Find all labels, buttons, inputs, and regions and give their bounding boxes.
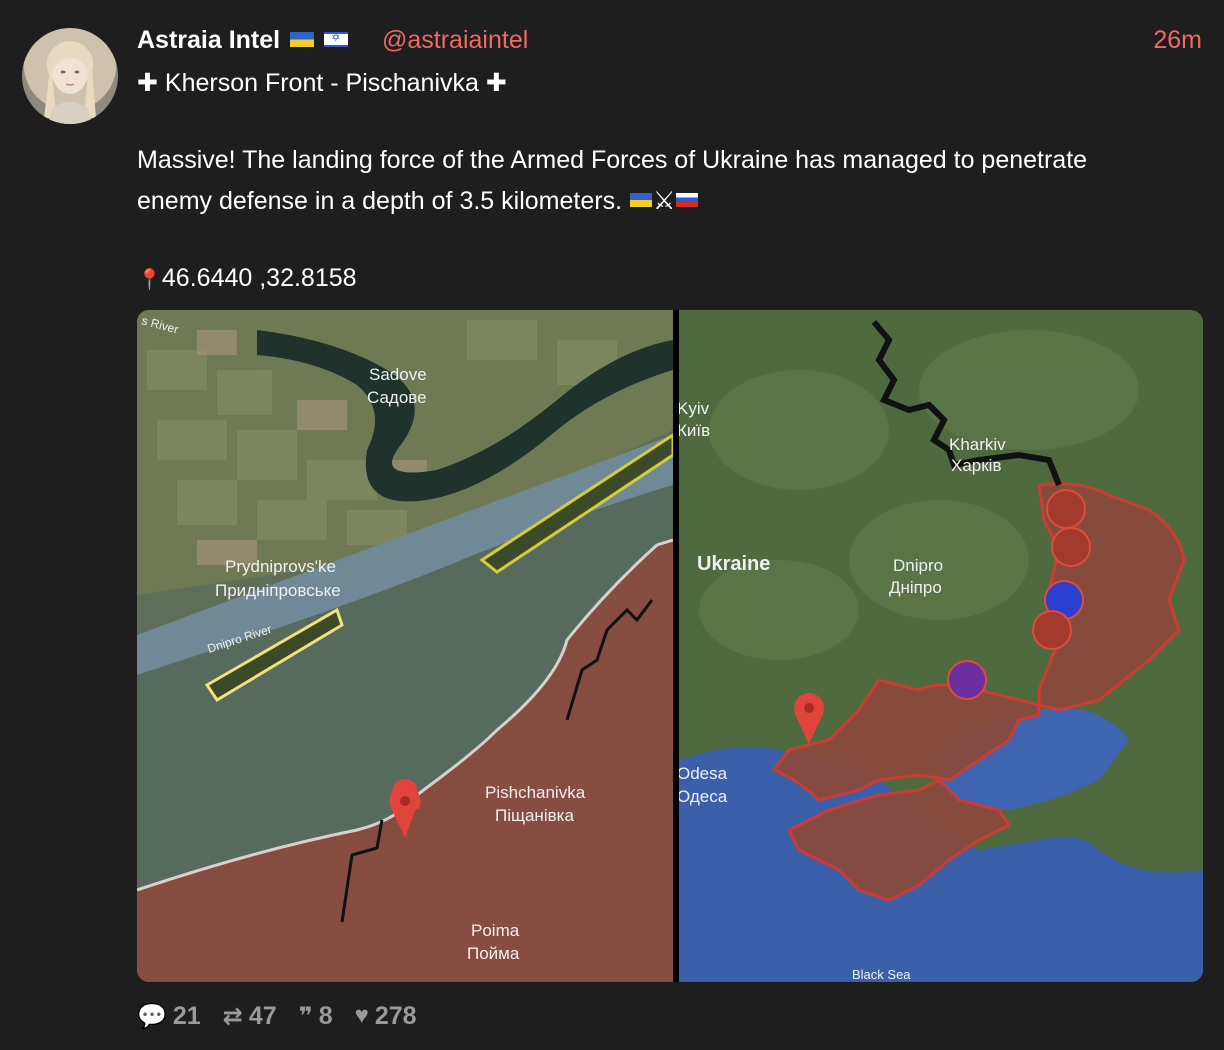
map-label-kyiv-en: Kyiv [679,399,710,418]
map-label-kharkiv-en: Kharkiv [949,435,1006,454]
map-pishchanivka[interactable]: s River Sadove Садове Prydniprovs'ke При… [137,310,673,982]
post-timestamp[interactable]: 26m [1153,26,1202,55]
map-ukraine-overview[interactable]: Kyiv Київ Kharkiv Харків Ukraine Dnipro … [679,310,1203,982]
russia-flag-icon [676,193,699,208]
map-label-ukraine: Ukraine [697,553,770,575]
post-body-line-2-text: enemy defense in a depth of 3.5 kilomete… [137,187,623,215]
post-coordinates: 📍46.6440 ,32.8158 [137,264,357,293]
quote-icon: ❞ [298,1002,313,1030]
heart-icon: ♥ [354,1002,369,1029]
map-label-sadove-uk: Садове [367,388,427,407]
repost-count: 47 [248,1001,277,1030]
author-handle[interactable]: @astraiaintel [382,26,528,55]
post-title: ✚ Kherson Front - Pischanivka ✚ [137,69,507,97]
map-label-dnipro-en: Dnipro [893,556,943,575]
reply-button[interactable]: 💬 21 [137,1002,201,1031]
post-header: Astraia Intel @astraiaintel 26m [137,26,1202,58]
like-button[interactable]: ♥ 278 [355,1002,417,1031]
ukraine-flag-icon [629,193,652,208]
quote-button[interactable]: ❞ 8 [299,1002,333,1031]
reply-count: 21 [172,1001,201,1030]
repost-icon: ⇄ [222,1002,243,1030]
map-label-pishchanivka-uk: Піщанівка [495,806,574,825]
map-label-kyiv-uk: Київ [679,421,710,440]
comment-icon: 💬 [137,1002,167,1030]
map-label-pishchanivka-en: Pishchanivka [485,783,586,802]
map-label-kharkiv-uk: Харків [951,456,1002,475]
map-label-poima-en: Poima [471,921,520,940]
israel-flag-icon [324,31,349,47]
map-label-odesa-en: Odesa [679,764,728,783]
pin-icon: 📍 [137,269,162,291]
ukraine-flag-icon [290,31,315,47]
map-label-dnipro-uk: Дніпро [889,578,942,597]
map-label-sadove-en: Sadove [369,365,427,384]
post-media[interactable]: s River Sadove Садове Prydniprovs'ke При… [137,310,1203,982]
coordinates-text: 46.6440 ,32.8158 [161,264,357,292]
quote-count: 8 [318,1001,333,1030]
map-label-black-sea: Black Sea [852,967,911,982]
like-count: 278 [374,1001,417,1030]
map-label-odesa-uk: Одеса [679,787,728,806]
post-body-line-2: enemy defense in a depth of 3.5 kilomete… [137,186,699,216]
map-label-prydniprovske-uk: Придніпровське [215,581,341,600]
avatar[interactable] [22,28,118,124]
map-label-poima-uk: Пойма [467,944,520,963]
author-name-text[interactable]: Astraia Intel [137,26,280,54]
repost-button[interactable]: ⇄ 47 [223,1002,277,1031]
map-label-prydniprovske-en: Prydniprovs'ke [225,557,336,576]
crossed-swords-icon: ⚔ [652,187,676,215]
post-stats: 💬 21 ⇄ 47 ❞ 8 ♥ 278 [137,1000,439,1032]
post-body-line-1: Massive! The landing force of the Armed … [137,146,1088,174]
author-name[interactable]: Astraia Intel [137,26,349,55]
avatar-image [44,42,96,124]
